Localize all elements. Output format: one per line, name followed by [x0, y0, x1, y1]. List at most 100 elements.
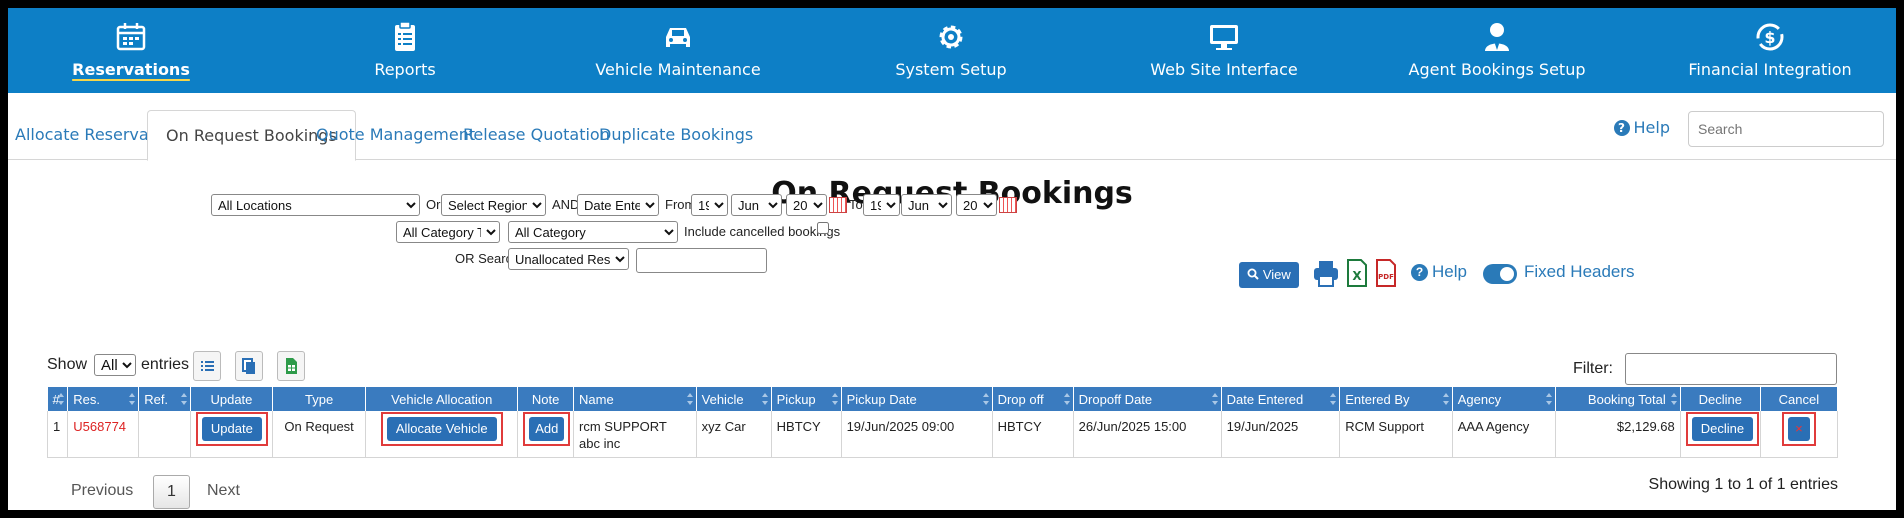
fixed-headers-toggle[interactable] [1483, 264, 1517, 284]
allocate-vehicle-button[interactable]: Allocate Vehicle [386, 417, 497, 441]
nav-vehicle-maintenance[interactable]: Vehicle Maintenance [578, 8, 778, 93]
entries-select[interactable]: All [94, 354, 136, 376]
excel-icon[interactable]: X [1346, 258, 1368, 288]
help-icon: ? [1613, 120, 1630, 136]
tab-release-quotation[interactable]: Release Quotation [463, 110, 610, 160]
col-header[interactable]: Res. [67, 387, 140, 411]
header-help-link[interactable]: ? Help [1613, 118, 1670, 137]
search-value-input[interactable] [636, 248, 767, 273]
cell-note: Add [517, 411, 574, 458]
view-button[interactable]: View [1239, 262, 1299, 288]
col-header: Cancel [1760, 387, 1839, 411]
highlight-box: Update [195, 412, 268, 446]
category-type-select[interactable]: All Category Type [396, 221, 500, 243]
tab-duplicate-bookings[interactable]: Duplicate Bookings [599, 110, 753, 160]
car-icon [666, 28, 690, 47]
entries-label: entries [141, 356, 190, 373]
cell-booking-total: $2,129.68 [1555, 411, 1681, 458]
col-header[interactable]: Name [573, 387, 697, 411]
col-header[interactable]: Date Entered [1221, 387, 1341, 411]
region-select[interactable]: Select Region [441, 194, 546, 216]
col-header[interactable]: Vehicle [696, 387, 772, 411]
cell-date-entered: 19/Jun/2025 [1221, 411, 1341, 458]
nav-reservations[interactable]: Reservations [31, 8, 231, 93]
col-header: Update [190, 387, 273, 411]
cell-ref [138, 411, 191, 458]
from-day-select[interactable]: 19 [691, 194, 728, 216]
agent-icon [1485, 23, 1509, 51]
search-icon [1247, 268, 1259, 280]
pager-previous[interactable]: Previous [71, 482, 133, 500]
export-sheet-button[interactable] [277, 351, 305, 381]
pdf-icon[interactable]: PDF [1375, 258, 1397, 288]
name-line-1: rcm SUPPORT [579, 419, 667, 434]
spreadsheet-icon [286, 358, 297, 374]
col-header[interactable]: Ref. [138, 387, 191, 411]
col-header[interactable]: Agency [1452, 387, 1557, 411]
help-icon: ? [1411, 264, 1428, 281]
toolbar-help-link[interactable]: ? Help [1411, 262, 1467, 282]
search-input[interactable] [1688, 111, 1884, 147]
copy-button[interactable] [235, 351, 263, 381]
pager-next[interactable]: Next [207, 482, 240, 500]
help-label: Help [1633, 118, 1670, 137]
tab-quote-management[interactable]: Quote Management [316, 110, 475, 160]
nav-web-site-interface[interactable]: Web Site Interface [1124, 8, 1324, 93]
filter-input[interactable] [1625, 353, 1837, 385]
col-header[interactable]: Pickup [771, 387, 842, 411]
cell-update: Update [190, 411, 273, 458]
category-select[interactable]: All Category [508, 221, 678, 243]
res-link[interactable]: U568774 [73, 419, 126, 434]
or-label: Or [426, 197, 441, 212]
location-select[interactable]: All Locations [211, 194, 420, 216]
calendar-picker-icon[interactable] [829, 197, 847, 213]
col-header: Vehicle Allocation [365, 387, 519, 411]
print-icon[interactable] [1313, 258, 1339, 288]
add-note-button[interactable]: Add [529, 417, 565, 441]
clipboard-icon [395, 21, 415, 51]
from-month-select[interactable]: Jun [731, 194, 782, 216]
cell-res[interactable]: U568774 [67, 411, 140, 458]
col-header[interactable]: # [47, 387, 69, 411]
cell-num: 1 [46, 411, 69, 458]
col-header[interactable]: Entered By [1339, 387, 1453, 411]
update-button[interactable]: Update [201, 417, 262, 441]
nav-financial-integration[interactable]: $ Financial Integration [1670, 8, 1870, 93]
to-year-select[interactable]: 2025 [956, 194, 997, 216]
search-type-select[interactable]: Unallocated Res./Ref. [508, 248, 629, 270]
filter-label: Filter: [1573, 360, 1613, 377]
cell-vehicle-allocation: Allocate Vehicle [365, 411, 519, 458]
nav-reports[interactable]: Reports [305, 8, 505, 93]
cancel-button[interactable]: × [1787, 417, 1810, 441]
col-header[interactable]: Booking Total [1555, 387, 1681, 411]
nav-system-setup[interactable]: System Setup [851, 8, 1051, 93]
name-line-2: abc inc [579, 436, 621, 451]
calendar-picker-icon[interactable] [999, 197, 1017, 213]
to-month-select[interactable]: Jun [901, 194, 952, 216]
dollar-sync-icon: $ [1756, 23, 1784, 51]
pager-page-1[interactable]: 1 [153, 475, 190, 509]
decline-button[interactable]: Decline [1691, 417, 1754, 441]
and-label: AND [552, 197, 580, 212]
col-header[interactable]: Pickup Date [841, 387, 993, 411]
nav-label: Vehicle Maintenance [595, 60, 761, 79]
nav-agent-bookings-setup[interactable]: Agent Bookings Setup [1397, 8, 1597, 93]
svg-text:X: X [1352, 269, 1362, 283]
list-icon [201, 361, 214, 371]
nav-label: Agent Bookings Setup [1408, 60, 1586, 79]
cell-dropoff-date: 26/Jun/2025 15:00 [1073, 411, 1222, 458]
col-header[interactable]: Dropoff Date [1073, 387, 1222, 411]
col-header: Type [272, 387, 367, 411]
view-label: View [1262, 267, 1291, 282]
col-header[interactable]: Drop off [992, 387, 1074, 411]
cell-pickup: HBTCY [771, 411, 842, 458]
nav-label: System Setup [895, 60, 1007, 79]
from-year-select[interactable]: 2025 [786, 194, 827, 216]
table-row: 1 U568774 Update On Request Allocate Veh… [46, 411, 1839, 458]
include-cancelled-checkbox[interactable] [817, 222, 829, 234]
gear-icon [939, 25, 963, 49]
to-day-select[interactable]: 19 [863, 194, 900, 216]
cell-entered-by: RCM Support [1339, 411, 1453, 458]
date-type-select[interactable]: Date Entered [577, 194, 659, 216]
column-list-button[interactable] [193, 351, 221, 381]
